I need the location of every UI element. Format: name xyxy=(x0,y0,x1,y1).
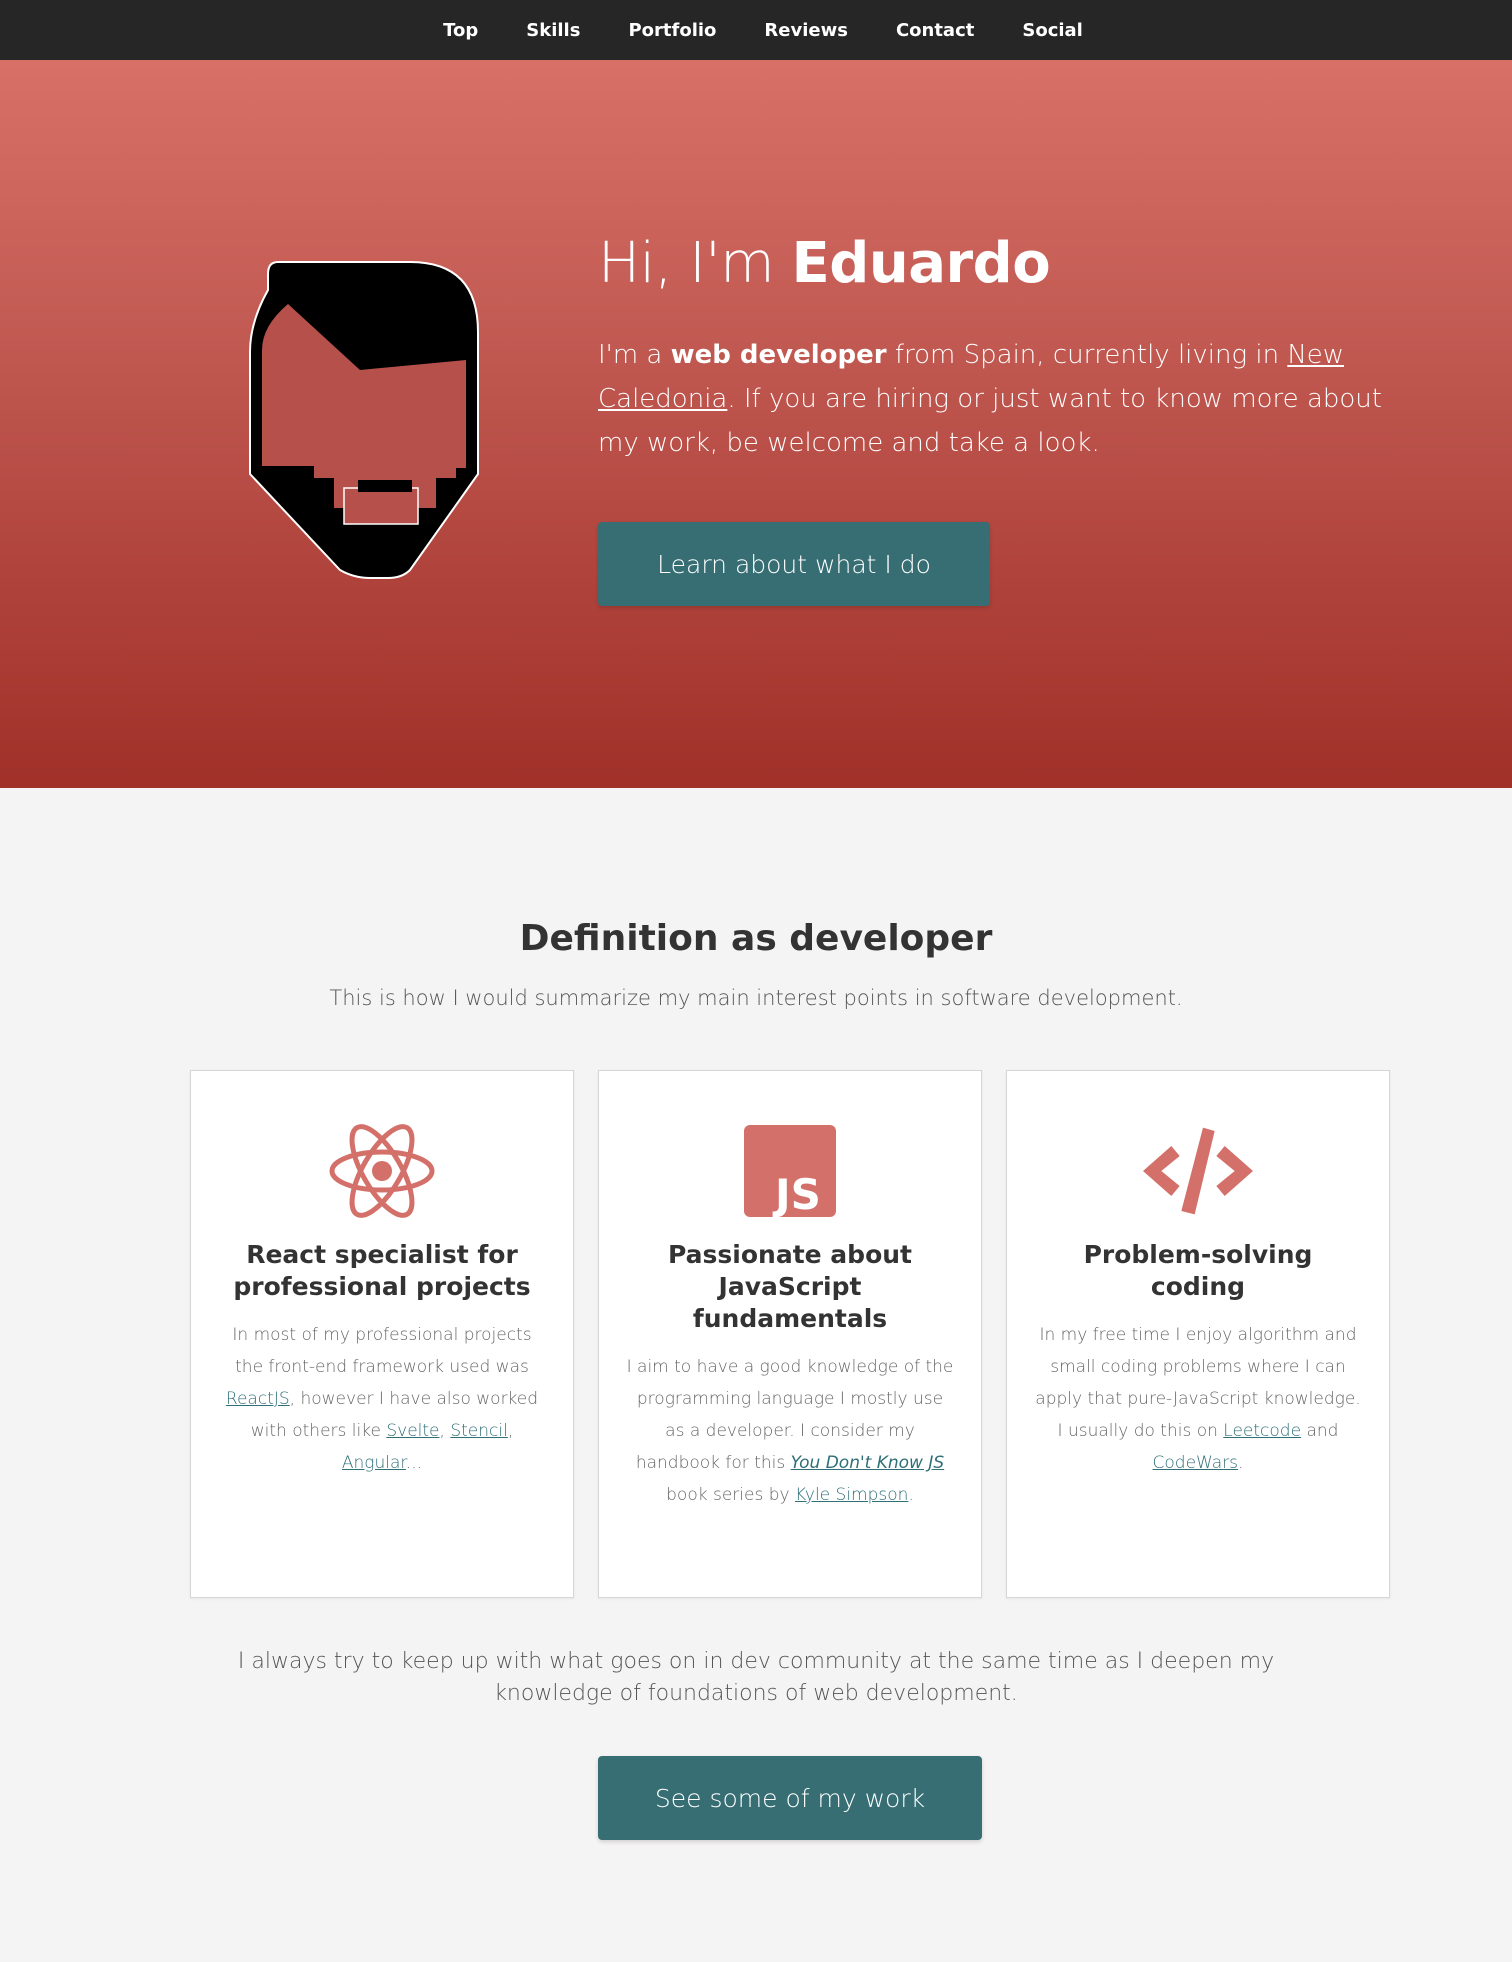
skill-card-react: React specialist for professional projec… xyxy=(190,1070,574,1598)
nav-item-contact[interactable]: Contact xyxy=(872,20,998,41)
code-icon xyxy=(1143,1121,1253,1221)
see-work-button[interactable]: See some of my work xyxy=(598,1756,982,1840)
hero-text: Hi, I'm Eduardo I'm a web developer from… xyxy=(598,230,1388,465)
reactjs-link[interactable]: ReactJS xyxy=(226,1389,290,1409)
ydkjs-link[interactable]: You Don't Know JS xyxy=(791,1453,945,1473)
javascript-icon: JS xyxy=(735,1121,845,1221)
closing-text: I always try to keep up with what goes o… xyxy=(237,1649,1275,1706)
card-text-part: In most of my professional projects the … xyxy=(232,1325,532,1377)
section-title: Definition as developer xyxy=(519,918,993,959)
card-text-part: . xyxy=(908,1485,914,1505)
nav-item-reviews[interactable]: Reviews xyxy=(740,20,872,41)
angular-link[interactable]: Angular xyxy=(342,1453,406,1473)
nav-list: Top Skills Portfolio Reviews Contact Soc… xyxy=(419,20,1107,41)
skill-card-javascript: JS Passionate about JavaScript fundament… xyxy=(598,1070,982,1598)
hero-role: web developer xyxy=(670,340,887,371)
card-title: React specialist for professional projec… xyxy=(233,1240,531,1301)
card-text-part: book series by xyxy=(666,1485,795,1505)
card-title: Passionate about JavaScript fundamentals xyxy=(668,1240,912,1333)
skill-card-problem-solving: Problem-solving coding In my free time I… xyxy=(1006,1070,1390,1598)
learn-more-button[interactable]: Learn about what I do xyxy=(598,522,990,606)
hero-title: Hi, I'm Eduardo xyxy=(598,230,1388,297)
nav-item-skills[interactable]: Skills xyxy=(502,20,604,41)
card-text: In my free time I enjoy algorithm and sm… xyxy=(1033,1319,1363,1479)
nav-item-portfolio[interactable]: Portfolio xyxy=(604,20,740,41)
leetcode-link[interactable]: Leetcode xyxy=(1223,1421,1301,1441)
hero-description: I'm a web developer from Spain, currentl… xyxy=(598,333,1388,465)
nav-item-top[interactable]: Top xyxy=(419,20,502,41)
kyle-simpson-link[interactable]: Kyle Simpson xyxy=(795,1485,908,1505)
card-text-part: , xyxy=(439,1421,451,1441)
card-text: I aim to have a good knowledge of the pr… xyxy=(625,1351,955,1511)
card-text-part: , xyxy=(507,1421,514,1441)
codewars-link[interactable]: CodeWars xyxy=(1153,1453,1239,1473)
avatar-face-icon xyxy=(249,261,479,579)
nav-item-social[interactable]: Social xyxy=(998,20,1107,41)
react-icon xyxy=(327,1121,437,1221)
section-subtitle: This is how I would summarize my main in… xyxy=(329,986,1183,1010)
card-text-part: ... xyxy=(405,1453,423,1473)
card-title: Problem-solving coding xyxy=(1083,1240,1313,1301)
hero-desc-part: from Spain, currently living in xyxy=(886,340,1288,371)
hero-desc-part: I'm a xyxy=(598,340,671,371)
stencil-link[interactable]: Stencil xyxy=(450,1421,507,1441)
hero-greeting: Hi, I'm xyxy=(598,231,792,296)
svelte-link[interactable]: Svelte xyxy=(386,1421,439,1441)
card-text: In most of my professional projects the … xyxy=(217,1319,547,1479)
hero-section: Hi, I'm Eduardo I'm a web developer from… xyxy=(0,60,1512,788)
skill-cards: React specialist for professional projec… xyxy=(190,1070,1390,1598)
top-navigation: Top Skills Portfolio Reviews Contact Soc… xyxy=(0,0,1512,60)
card-text-part: and xyxy=(1301,1421,1339,1441)
hero-name: Eduardo xyxy=(791,231,1051,296)
card-text-part: . xyxy=(1238,1453,1244,1473)
svg-text:JS: JS xyxy=(772,1170,821,1217)
